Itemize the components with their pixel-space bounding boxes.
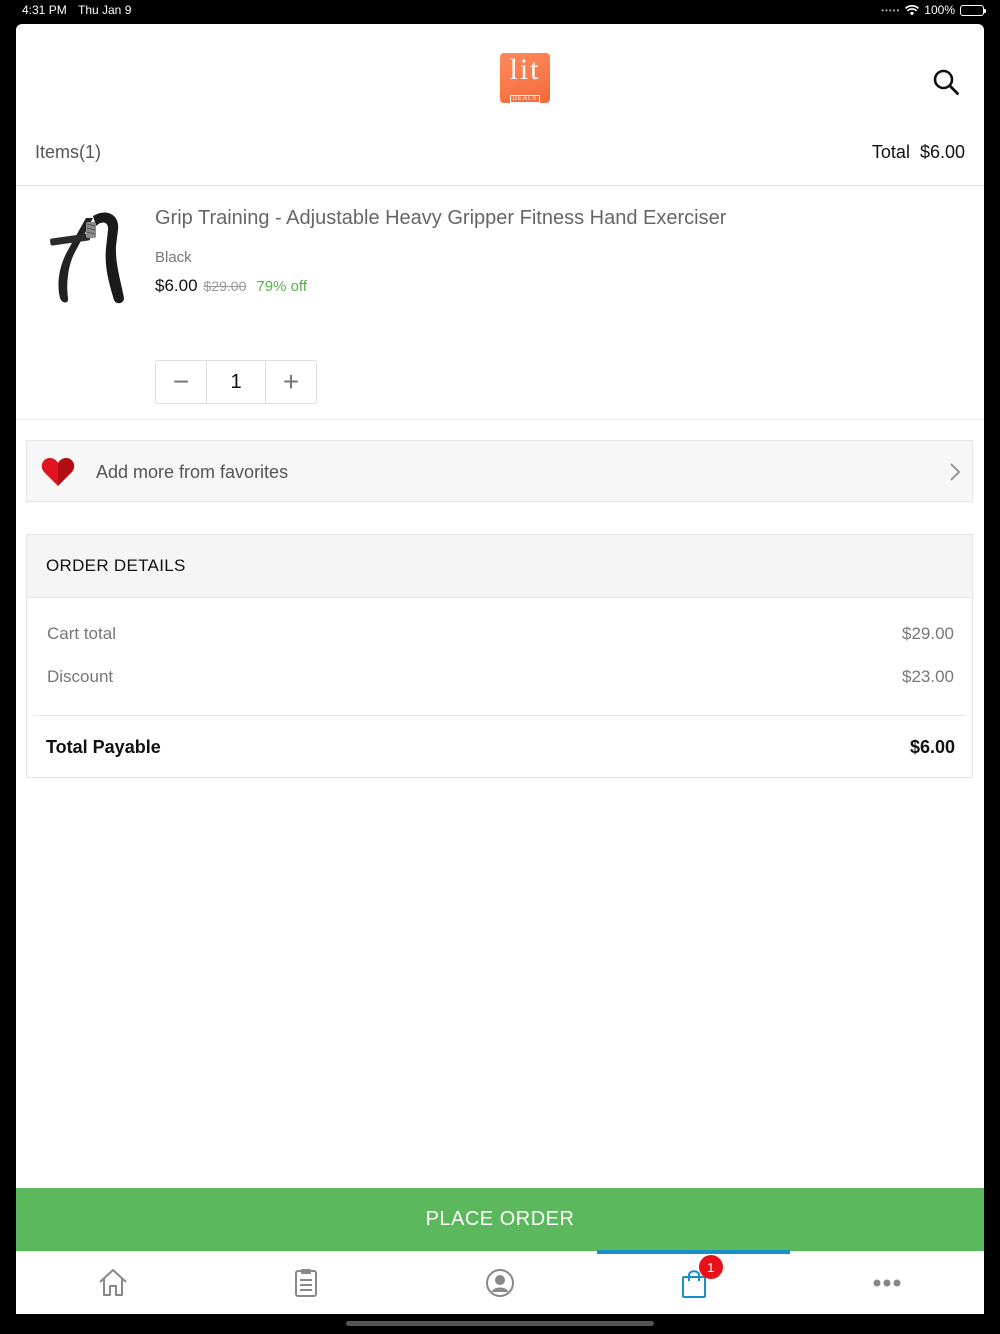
product-original-price: $29.00 [203,278,247,294]
order-details-header: ORDER DETAILS [27,535,972,598]
product-price: $6.00 [155,276,198,295]
status-indicators: ••••• 100% [881,3,986,17]
quantity-stepper: − 1 + [155,360,317,404]
tab-home[interactable] [16,1252,210,1314]
product-image[interactable] [46,206,126,306]
cart-item: Grip Training - Adjustable Heavy Gripper… [16,186,984,420]
product-title[interactable]: Grip Training - Adjustable Heavy Gripper… [155,207,726,230]
signal-dots-icon: ••••• [881,5,901,15]
logo-text: lit [509,53,541,86]
total-payable-label: Total Payable [46,737,161,757]
cart-total-label: Cart total [47,624,116,643]
cart-total: Total $6.00 [871,142,965,162]
heart-icon [41,458,75,486]
battery-percent: 100% [924,3,955,17]
discount-value: $23.00 [902,667,954,686]
app-logo[interactable]: lit DEALS [500,53,550,103]
tab-cart[interactable]: 1 [596,1250,791,1314]
home-icon [99,1269,127,1296]
minus-icon: − [172,366,190,397]
status-time: 4:31 PM [22,3,67,17]
tab-orders[interactable] [210,1252,404,1314]
app-screen: lit DEALS Items(1) Total $6.00 Grip Trai… [16,24,984,1314]
total-payable-row: Total Payable $6.00 [46,737,955,758]
tab-more[interactable] [790,1252,984,1314]
chevron-right-icon [950,463,961,481]
cart-summary-header: Items(1) Total $6.00 [16,128,984,186]
account-icon [485,1269,514,1297]
quantity-value[interactable]: 1 [206,361,266,403]
total-payable-value: $6.00 [909,737,955,757]
plus-icon: + [282,366,300,397]
discount-row: Discount $23.00 [47,667,954,687]
more-icon [873,1279,901,1287]
status-date: Thu Jan 9 [78,3,132,17]
cart-total-row: Cart total $29.00 [47,624,954,644]
place-order-button[interactable]: PLACE ORDER [16,1188,984,1251]
order-details-divider [33,715,966,716]
search-icon[interactable] [932,68,960,96]
product-discount: 79% off [256,278,307,295]
battery-icon [960,4,986,16]
cart-total-value: $29.00 [902,624,954,643]
discount-label: Discount [47,667,114,686]
bottom-tab-bar: 1 [16,1250,984,1314]
add-from-favorites-row[interactable]: Add more from favorites [26,440,973,502]
cart-badge: 1 [698,1255,723,1279]
tab-account[interactable] [403,1252,597,1314]
price-row: $6.00 $29.00 79% off [155,276,307,296]
status-bar: 4:31 PM Thu Jan 9 ••••• 100% [0,0,1000,24]
items-count: Items(1) [35,142,102,162]
order-details-panel: ORDER DETAILS Cart total $29.00 Discount… [26,534,973,778]
home-indicator[interactable] [346,1321,654,1326]
decrease-quantity-button[interactable]: − [156,361,206,403]
orders-icon [295,1269,318,1297]
favorites-label: Add more from favorites [96,462,289,482]
product-variant: Black [155,249,192,266]
order-details-title: ORDER DETAILS [46,556,186,575]
wifi-icon [905,4,920,15]
logo-subtext: DEALS [509,95,541,103]
increase-quantity-button[interactable]: + [266,361,316,403]
